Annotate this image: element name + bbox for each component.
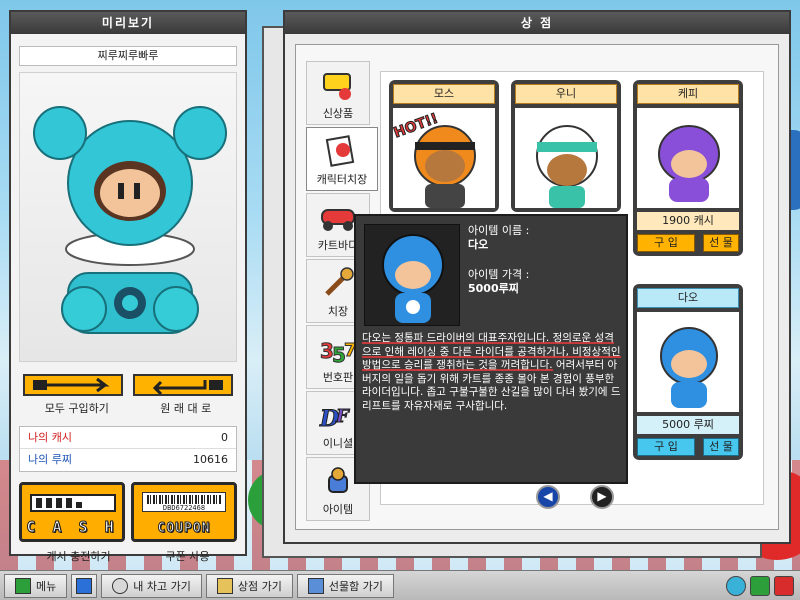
giftbox-button[interactable]: 선물함 가기 (296, 573, 394, 598)
my-lucci-label: 나의 루찌 (28, 453, 72, 466)
item-card-uni[interactable]: 우니 (511, 80, 621, 212)
my-cash-value: 0 (221, 431, 228, 444)
tooltip-info: 아이템 이름 : 다오 아이템 가격 : 5000루찌 (468, 224, 529, 312)
my-lucci-row: 나의 루찌 10616 (20, 449, 236, 471)
character-icon (325, 134, 359, 171)
taskbar: 메뉴 내 차고 가기 상점 가기 선물함 가기 (0, 570, 800, 600)
giftbox-icon (307, 577, 324, 594)
dao-character-image (33, 106, 227, 334)
item-price: 5000 루찌 (637, 416, 739, 434)
item-price: 1900 캐시 (637, 212, 739, 230)
tab-label: 신상품 (322, 107, 354, 120)
item-image (637, 108, 739, 208)
cash-charge-label: 캐시 충전하기 (46, 550, 111, 563)
cash-charge-button[interactable]: C A S H (19, 482, 125, 542)
prev-page-button[interactable]: ◀ (536, 485, 560, 509)
menu-button[interactable]: 메뉴 (4, 573, 68, 598)
info-icon[interactable] (750, 575, 770, 596)
my-cash-row: 나의 캐시 0 (20, 427, 236, 449)
buy-button[interactable]: 구 입 (637, 438, 695, 456)
tab-label: 캐릭터치장 (316, 173, 368, 186)
cash-tile-text: C A S H (26, 518, 118, 537)
gift-button[interactable]: 선 물 (703, 234, 739, 252)
coupon-tile-text: COUPON (157, 521, 211, 537)
item-image: HOT!! (393, 108, 495, 208)
new-icon (321, 68, 355, 105)
buy-all-button[interactable] (23, 374, 123, 396)
barcode-icon: DBD6722468 (142, 492, 226, 512)
shop-icon (216, 577, 233, 594)
next-page-button[interactable]: ▶ (590, 485, 614, 509)
gift-button[interactable]: 선 물 (703, 438, 739, 456)
preview-window: 미리보기 찌루찌루빠루 모두 구입하기 원 래 대 로 나의 캐시 0 나의 루… (9, 10, 247, 563)
shop-label: 상점 가기 (237, 579, 282, 593)
item-description: 다오는 정통파 드라이버의 대표주자입니다. 정의로운 성격으로 인해 레이싱 … (362, 332, 622, 413)
item-name: 케피 (637, 84, 739, 104)
tooltip-item-image (364, 224, 460, 326)
menu-label: 메뉴 (36, 579, 57, 593)
my-cash-label: 나의 캐시 (28, 431, 72, 444)
coupon-barcode-text: DBD6722468 (162, 504, 206, 512)
item-name: 모스 (393, 84, 495, 104)
power-icon[interactable] (774, 575, 794, 596)
character-status-icon[interactable] (726, 575, 746, 596)
item-price-value: 5000루찌 (468, 282, 519, 295)
garage-label: 내 차고 가기 (133, 579, 191, 593)
item-image (637, 312, 739, 412)
number-plate-icon: 357 (318, 332, 358, 369)
svg-text:F: F (335, 406, 350, 427)
item-name-label: 아이템 이름 : (468, 224, 530, 237)
buy-button[interactable]: 구 입 (637, 234, 695, 252)
preview-title: 미리보기 (11, 12, 245, 34)
item-icon (321, 464, 355, 501)
character-preview (19, 72, 237, 362)
brush-icon (321, 266, 355, 303)
item-name: 우니 (515, 84, 617, 104)
item-price-label: 아이템 가격 : (468, 268, 530, 281)
buy-all-label: 모두 구입하기 (44, 402, 109, 415)
garage-icon (112, 577, 129, 594)
item-name-value: 다오 (468, 238, 489, 251)
item-tooltip: 아이템 이름 : 다오 아이템 가격 : 5000루찌 다오는 정통파 드라이버… (354, 214, 628, 484)
item-card-dao[interactable]: 다오 5000 루찌 구 입 선 물 (633, 284, 743, 460)
item-image (515, 108, 617, 208)
shop-title: 상 점 (285, 12, 789, 34)
initial-icon: DF (318, 398, 358, 435)
revert-label: 원 래 대 로 (160, 402, 212, 415)
my-lucci-value: 10616 (193, 453, 228, 466)
coupon-button[interactable]: DBD6722468 COUPON (131, 482, 237, 542)
giftbox-label: 선물함 가기 (328, 579, 383, 593)
shop-button[interactable]: 상점 가기 (205, 573, 293, 598)
revert-button[interactable] (133, 374, 233, 396)
item-card-kephi[interactable]: 케피 1900 캐시 구 입 선 물 (633, 80, 743, 256)
garage-button[interactable]: 내 차고 가기 (101, 573, 202, 598)
tab-character-style[interactable]: 캐릭터치장 (306, 127, 378, 191)
back-button[interactable] (71, 573, 98, 598)
system-tray (726, 575, 800, 596)
back-arrow-icon (76, 577, 93, 594)
currency-panel: 나의 캐시 0 나의 루찌 10616 (19, 426, 237, 472)
tab-label: 아이템 (322, 503, 354, 516)
cash-meter-icon (30, 494, 116, 512)
menu-icon (15, 577, 31, 594)
coupon-use-label: 쿠폰 사용 (165, 550, 210, 563)
item-card-moss[interactable]: 모스 HOT!! (389, 80, 499, 212)
tab-new-items[interactable]: 신상품 (306, 61, 370, 125)
item-name: 다오 (637, 288, 739, 308)
character-name: 찌루찌루빠루 (19, 46, 237, 66)
kart-icon (318, 200, 358, 237)
